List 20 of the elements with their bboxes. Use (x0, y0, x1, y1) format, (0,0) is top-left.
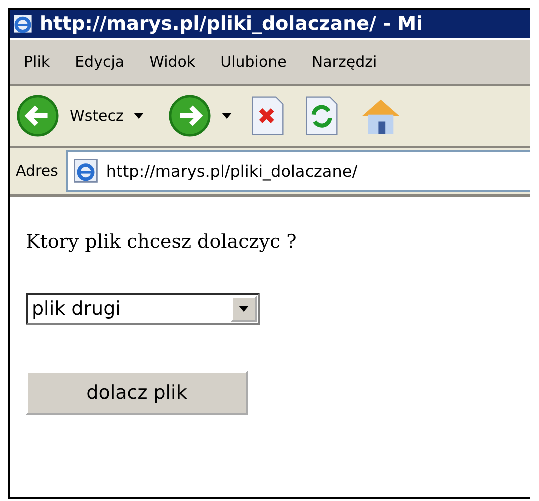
stop-icon[interactable] (250, 95, 286, 137)
menu-item[interactable]: Plik (24, 53, 50, 71)
menu-item[interactable]: Narzędzi (312, 53, 378, 71)
caret-icon[interactable] (222, 113, 232, 119)
menu-item[interactable]: Edycja (75, 53, 125, 71)
menu-item[interactable]: Ulubione (220, 53, 287, 71)
window-title: http://marys.pl/pliki_dolaczane/ - Mi (40, 13, 424, 35)
forward-icon[interactable] (168, 94, 212, 138)
address-field[interactable]: http://marys.pl/pliki_dolaczane/ (66, 150, 530, 192)
refresh-icon[interactable] (304, 95, 340, 137)
question-text: Ktory plik chcesz dolaczyc ? (26, 231, 297, 253)
address-label: Adres (16, 162, 58, 180)
menu-item[interactable]: Widok (150, 53, 196, 71)
browser-icon (12, 13, 34, 35)
caret-icon[interactable] (134, 113, 144, 119)
back-button[interactable]: Wstecz (16, 94, 124, 138)
attach-button[interactable]: dolacz plik (26, 371, 248, 415)
caret-icon (239, 306, 249, 312)
file-select[interactable]: plik drugi (26, 293, 260, 325)
page-icon (72, 157, 100, 185)
